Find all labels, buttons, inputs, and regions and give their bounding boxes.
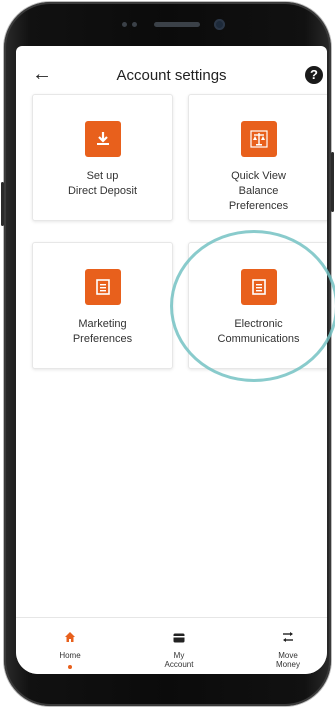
sensor-dot: [132, 22, 137, 27]
scale-icon: [240, 121, 277, 157]
earpiece-speaker: [154, 22, 200, 27]
transfer-icon: [281, 630, 295, 648]
highlight-circle: [170, 230, 335, 382]
document-icon: [84, 269, 121, 305]
page-title: Account settings: [116, 67, 227, 84]
card-quick-view-balance[interactable]: Quick View Balance Preferences: [188, 94, 327, 221]
card-direct-deposit[interactable]: Set up Direct Deposit: [32, 94, 173, 221]
card-label: Marketing Preferences: [39, 317, 166, 347]
card-label: Quick View Balance Preferences: [195, 169, 322, 214]
active-tab-indicator: [68, 665, 72, 669]
phone-top-bezel: [4, 2, 331, 46]
card-label: Set up Direct Deposit: [39, 169, 166, 199]
card-label-line: Balance: [238, 185, 279, 197]
tab-label: Move Money: [275, 651, 300, 669]
download-icon: [84, 121, 121, 157]
card-label-line: Marketing: [78, 318, 127, 330]
front-camera: [214, 19, 225, 30]
volume-button: [1, 182, 4, 226]
power-button: [331, 152, 334, 212]
header-bar: ← Account settings ?: [16, 62, 327, 90]
card-icon: [173, 630, 185, 648]
question-circle-icon[interactable]: ?: [305, 66, 323, 84]
card-label-line: Direct Deposit: [67, 185, 138, 197]
card-label-line: Quick View: [231, 170, 286, 182]
tab-label: Home: [59, 651, 81, 660]
card-label-line: Preferences: [72, 333, 133, 345]
card-label-line: Preferences: [228, 200, 289, 212]
tab-label: My Account: [164, 651, 194, 669]
card-label-line: Set up: [86, 170, 119, 182]
home-icon: [64, 630, 76, 648]
sensor-dot: [122, 22, 127, 27]
card-marketing-preferences[interactable]: Marketing Preferences: [32, 242, 173, 369]
bottom-tab-bar: Home My Account Move Money: [16, 617, 327, 674]
